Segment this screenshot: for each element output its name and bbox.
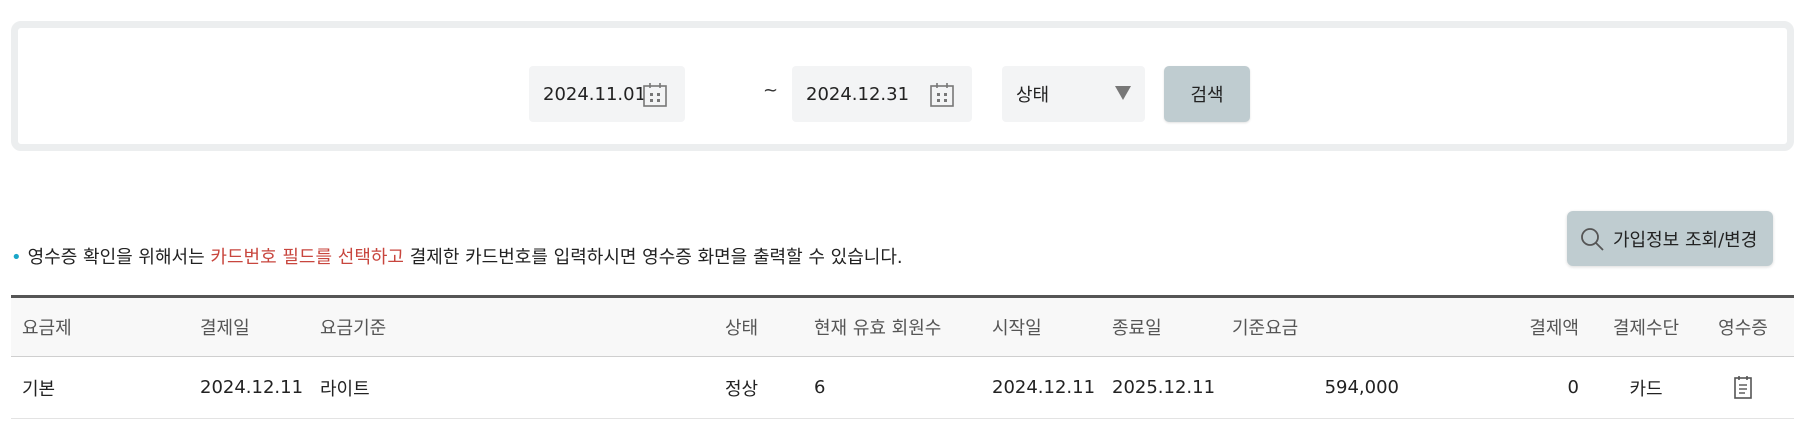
end-date-value: 2024.12.31 (806, 83, 910, 105)
header-start-date: 시작일 (992, 318, 1042, 339)
search-icon (1581, 227, 1604, 251)
date-range-separator: ~ (763, 80, 779, 101)
search-filter-panel: 2024.11.01 ~ 2024.12.31 상태 검색 (11, 21, 1794, 151)
join-info-button[interactable]: 가입정보 조회/변경 (1567, 211, 1773, 266)
row-plan: 기본 (22, 378, 56, 400)
notice-text-highlight: 카드번호 필드를 선택하고 (210, 247, 404, 268)
notice-text-before: 영수증 확인을 위해서는 (27, 247, 211, 268)
start-date-value: 2024.11.01 (543, 83, 647, 105)
row-base-fee: 594,000 (1324, 377, 1399, 398)
header-end-date: 종료일 (1112, 318, 1162, 339)
calendar-icon[interactable] (928, 81, 956, 109)
calendar-icon[interactable] (641, 81, 669, 109)
header-status: 상태 (725, 318, 759, 339)
header-active-members: 현재 유효 회원수 (814, 318, 942, 339)
notice-bullet: • (11, 247, 22, 268)
row-rate-basis: 라이트 (320, 378, 370, 400)
header-rate-basis: 요금기준 (320, 318, 387, 339)
join-info-label: 가입정보 조회/변경 (1613, 229, 1758, 251)
row-payment-amount: 0 (1567, 377, 1579, 398)
search-button[interactable]: 검색 (1164, 66, 1250, 122)
status-select-value: 상태 (1016, 85, 1050, 106)
row-payment-method: 카드 (1629, 378, 1663, 400)
header-plan: 요금제 (22, 318, 72, 339)
notice-text-after: 결제한 카드번호를 입력하시면 영수증 화면을 출력할 수 있습니다. (404, 247, 903, 268)
receipt-icon[interactable] (1732, 375, 1754, 401)
header-payment-amount: 결제액 (1529, 318, 1579, 339)
row-payment-date: 2024.12.11 (200, 377, 304, 398)
table-row: 기본 2024.12.11 라이트 정상 6 2024.12.11 2025.1… (11, 357, 1794, 419)
row-receipt[interactable] (1703, 357, 1783, 418)
table-header: 요금제 결제일 요금기준 상태 현재 유효 회원수 시작일 종료일 기준요금 결… (11, 298, 1794, 357)
header-base-fee: 기준요금 (1232, 318, 1299, 339)
caret-down-icon (1115, 86, 1131, 100)
status-select[interactable]: 상태 (1002, 66, 1145, 122)
end-date-field[interactable]: 2024.12.31 (792, 66, 972, 122)
start-date-field[interactable]: 2024.11.01 (529, 66, 685, 122)
row-status: 정상 (725, 378, 759, 400)
row-start-date: 2024.12.11 (992, 377, 1096, 398)
header-payment-date: 결제일 (200, 318, 250, 339)
header-payment-method: 결제수단 (1612, 318, 1680, 339)
row-end-date: 2025.12.11 (1112, 377, 1216, 398)
header-receipt: 영수증 (1718, 318, 1768, 339)
row-active-members: 6 (814, 377, 826, 398)
receipt-notice: • 영수증 확인을 위해서는 카드번호 필드를 선택하고 결제한 카드번호를 입력… (11, 243, 903, 269)
